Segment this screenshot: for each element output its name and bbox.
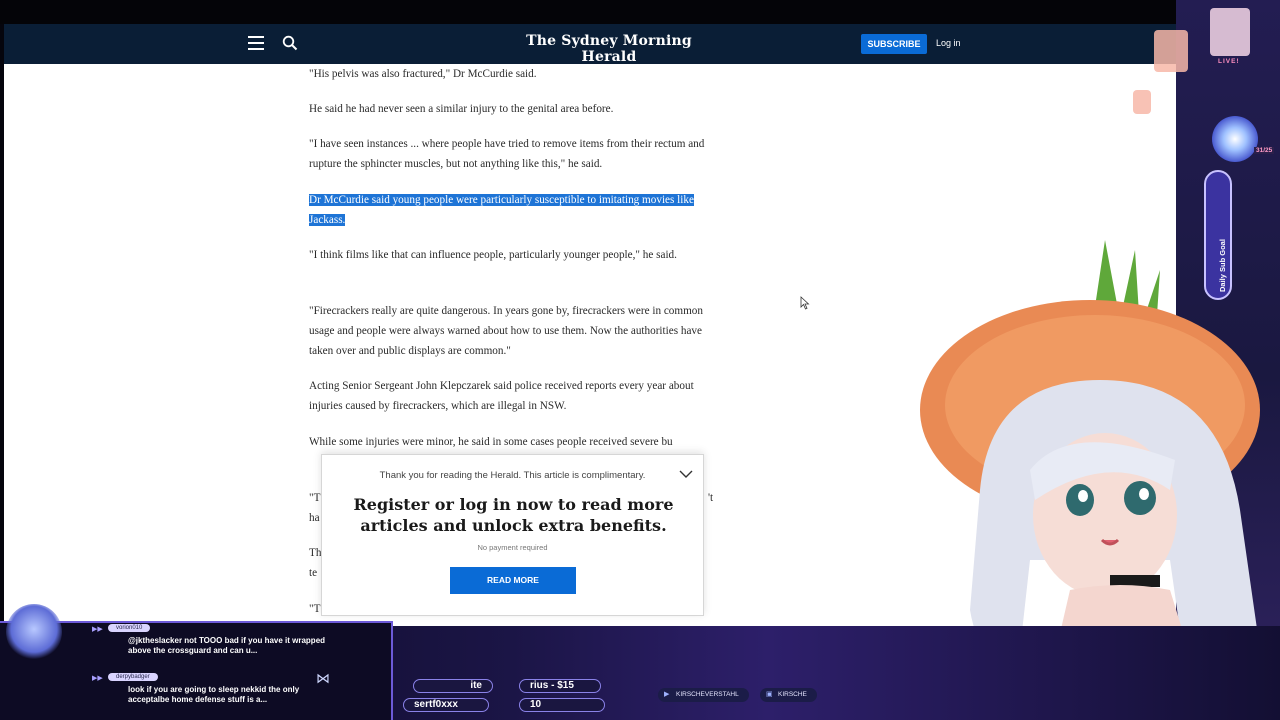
chat-message: @jktheslacker not TOOO bad if you have i…	[128, 636, 326, 655]
article-paragraph: While some injuries were minor, he said …	[309, 436, 673, 448]
sub-goal-count: 31/25	[1254, 147, 1275, 154]
chat-arrow-icon: ▶▶	[92, 626, 103, 633]
ticker-pill: 10	[519, 698, 605, 712]
article-paragraph: "His pelvis was also fractured," Dr McCu…	[309, 68, 537, 80]
mouse-cursor-icon	[800, 296, 810, 310]
chat-icon: ▣	[766, 691, 773, 698]
no-payment-note: No payment required	[477, 543, 548, 552]
chevron-down-icon[interactable]	[679, 469, 693, 479]
play-icon: ▶	[664, 691, 670, 698]
paywall-intro: Thank you for reading the Herald. This a…	[379, 470, 646, 481]
social-handle: ▶ KIRSCHEVERSTAHL	[658, 688, 749, 702]
highlighted-text: Dr McCurdie said young people were parti…	[309, 194, 694, 226]
paywall-modal: Thank you for reading the Herald. This a…	[321, 454, 704, 616]
goal-orb-icon	[1212, 116, 1258, 162]
chat-arrow-icon: ▶▶	[92, 675, 103, 682]
lantern-decoration	[1210, 8, 1250, 56]
search-icon[interactable]	[282, 35, 298, 51]
hamburger-menu-icon[interactable]	[248, 36, 264, 50]
paywall-heading: Register or log in now to read more arti…	[353, 495, 674, 535]
article-paragraph: "I have seen instances ... where people …	[309, 138, 705, 170]
chat-mascot-icon	[6, 604, 62, 660]
lantern-decoration	[1133, 90, 1151, 114]
ticker-pill: ite	[413, 679, 493, 693]
article-paragraph: "I think films like that can influence p…	[309, 249, 677, 261]
chat-username: derpybadger	[108, 673, 158, 681]
read-more-button[interactable]: READ MORE	[450, 567, 576, 594]
article-paragraph-partial: 't	[708, 492, 714, 504]
article-paragraph: Acting Senior Sergeant John Klepczarek s…	[309, 380, 694, 412]
top-dark-strip	[0, 0, 1280, 24]
article-paragraph: He said he had never seen a similar inju…	[309, 103, 614, 115]
ticker-pill: sertf0xxx	[403, 698, 489, 712]
bow-icon: ⋈	[316, 670, 330, 686]
social-handle-text: KIRSCHE	[778, 691, 807, 698]
site-logo[interactable]: The Sydney Morning Herald	[509, 33, 709, 65]
chat-username: vorion010	[108, 624, 151, 632]
login-link[interactable]: Log in	[936, 38, 961, 48]
lantern-decoration	[1154, 30, 1188, 72]
live-indicator: LIVE!	[1218, 58, 1240, 65]
chat-message: look if you are going to sleep nekkid th…	[128, 685, 300, 704]
social-handle-text: KIRSCHEVERSTAHL	[676, 691, 739, 698]
article-paragraph: "Firecrackers really are quite dangerous…	[309, 305, 703, 357]
subscribe-button[interactable]: SUBSCRIBE	[861, 34, 927, 54]
ticker-pill: rius - $15	[519, 679, 601, 693]
site-navbar: The Sydney Morning Herald SUBSCRIBE Log …	[4, 24, 1194, 65]
article-paragraph-selected: Dr McCurdie said young people were parti…	[309, 190, 721, 230]
social-handle: ▣ KIRSCHE	[760, 688, 817, 702]
